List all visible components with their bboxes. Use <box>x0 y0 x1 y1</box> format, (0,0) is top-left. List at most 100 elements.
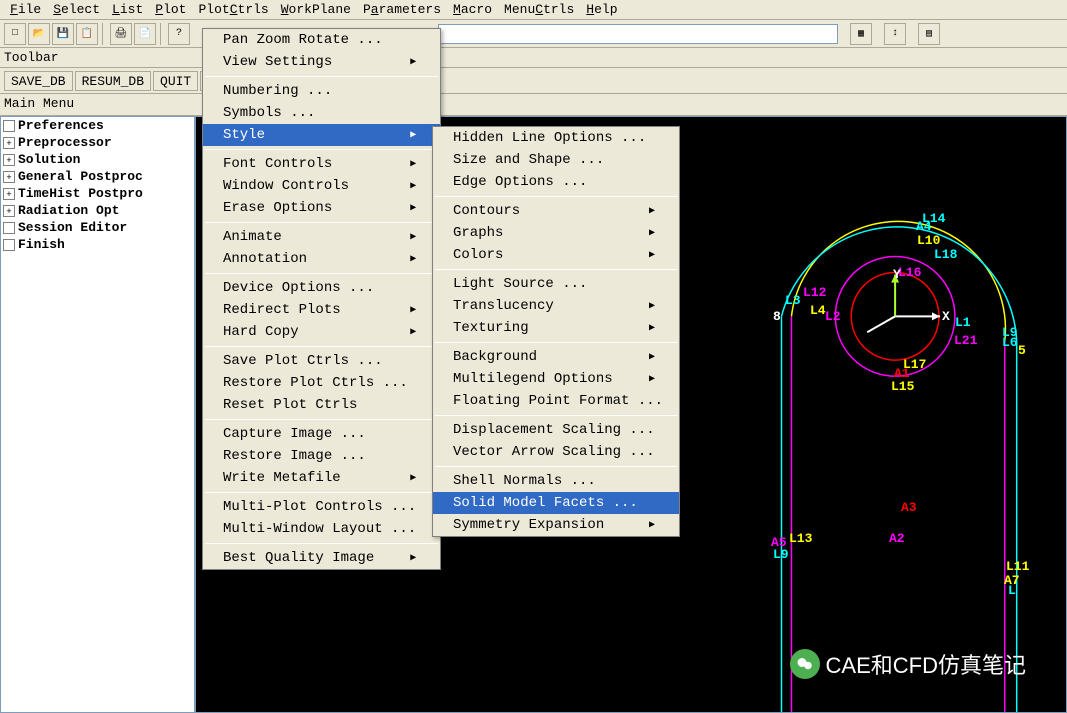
menu-item-label: Reset Plot Ctrls <box>223 397 357 413</box>
tree-label: Session Editor <box>18 220 127 235</box>
leaf-icon <box>3 120 15 132</box>
menu-item[interactable]: Font Controls▶ <box>203 153 440 175</box>
menu-item-label: Device Options ... <box>223 280 374 296</box>
expand-icon[interactable]: + <box>3 205 15 217</box>
menubar: FileSelectListPlotPlotCtrlsWorkPlanePara… <box>0 0 1067 20</box>
help-icon[interactable]: ? <box>168 23 190 45</box>
menu-item[interactable]: Numbering ... <box>203 80 440 102</box>
tb-button-resum_db[interactable]: RESUM_DB <box>75 71 151 91</box>
menu-item[interactable]: Hidden Line Options ... <box>433 127 679 149</box>
menu-item-label: Light Source ... <box>453 276 587 292</box>
menu-item[interactable]: Background▶ <box>433 346 679 368</box>
tree-item[interactable]: Session Editor <box>1 219 194 236</box>
expand-icon[interactable]: + <box>3 171 15 183</box>
tree-item[interactable]: Finish <box>1 236 194 253</box>
style-submenu[interactable]: Hidden Line Options ...Size and Shape ..… <box>432 126 680 537</box>
menu-item[interactable]: Window Controls▶ <box>203 175 440 197</box>
print-icon[interactable]: 🖨 <box>110 23 132 45</box>
menu-separator <box>205 149 438 150</box>
menu-item[interactable]: Erase Options▶ <box>203 197 440 219</box>
open-icon[interactable]: 📂 <box>28 23 50 45</box>
menubar-item-select[interactable]: Select <box>47 0 106 19</box>
menubar-item-help[interactable]: Help <box>580 0 623 19</box>
menu-item[interactable]: Best Quality Image▶ <box>203 547 440 569</box>
menu-item[interactable]: Save Plot Ctrls ... <box>203 350 440 372</box>
menu-item[interactable]: Reset Plot Ctrls <box>203 394 440 416</box>
menu-item-label: Background <box>453 349 537 365</box>
tb-icon-b[interactable]: ↕ <box>884 23 906 45</box>
geom-label: L1 <box>955 315 971 330</box>
menu-item[interactable]: Animate▶ <box>203 226 440 248</box>
plotctrls-menu[interactable]: Pan Zoom Rotate ...View Settings▶ Numberi… <box>202 28 441 570</box>
expand-icon[interactable]: + <box>3 154 15 166</box>
menu-item[interactable]: Displacement Scaling ... <box>433 419 679 441</box>
submenu-arrow-icon: ▶ <box>649 519 655 531</box>
combo-box[interactable] <box>438 24 838 44</box>
mainmenu-title-row: Main Menu <box>0 94 1067 116</box>
menu-separator <box>205 543 438 544</box>
menubar-item-macro[interactable]: Macro <box>447 0 498 19</box>
menu-item[interactable]: Multilegend Options▶ <box>433 368 679 390</box>
menu-item[interactable]: Write Metafile▶ <box>203 467 440 489</box>
geom-label: L2 <box>825 309 841 324</box>
tree-item[interactable]: +TimeHist Postpro <box>1 185 194 202</box>
tree-item[interactable]: +Radiation Opt <box>1 202 194 219</box>
submenu-arrow-icon: ▶ <box>649 205 655 217</box>
menu-item[interactable]: Restore Image ... <box>203 445 440 467</box>
menu-item[interactable]: Multi-Window Layout ... <box>203 518 440 540</box>
menu-item-label: Displacement Scaling ... <box>453 422 655 438</box>
menu-item[interactable]: Graphs▶ <box>433 222 679 244</box>
menu-item[interactable]: View Settings▶ <box>203 51 440 73</box>
report-icon[interactable]: 📄 <box>134 23 156 45</box>
menubar-item-file[interactable]: File <box>4 0 47 19</box>
menu-item[interactable]: Light Source ... <box>433 273 679 295</box>
menu-item[interactable]: Solid Model Facets ... <box>433 492 679 514</box>
tree-item[interactable]: +Preprocessor <box>1 134 194 151</box>
menu-item[interactable]: Texturing▶ <box>433 317 679 339</box>
menubar-item-menuctrls[interactable]: MenuCtrls <box>498 0 580 19</box>
menu-item[interactable]: Translucency▶ <box>433 295 679 317</box>
menu-item-label: Erase Options <box>223 200 332 216</box>
wechat-icon <box>790 649 820 679</box>
menu-item-label: Window Controls <box>223 178 349 194</box>
menu-item[interactable]: Edge Options ... <box>433 171 679 193</box>
menubar-item-workplane[interactable]: WorkPlane <box>275 0 357 19</box>
menu-item[interactable]: Annotation▶ <box>203 248 440 270</box>
menu-item[interactable]: Capture Image ... <box>203 423 440 445</box>
menu-item[interactable]: Symmetry Expansion▶ <box>433 514 679 536</box>
menu-item[interactable]: Hard Copy▶ <box>203 321 440 343</box>
tree-item[interactable]: +General Postproc <box>1 168 194 185</box>
tree-item[interactable]: +Solution <box>1 151 194 168</box>
menubar-item-plot[interactable]: Plot <box>149 0 192 19</box>
menu-item[interactable]: Shell Normals ... <box>433 470 679 492</box>
menu-item[interactable]: Contours▶ <box>433 200 679 222</box>
menubar-item-parameters[interactable]: Parameters <box>357 0 447 19</box>
menu-separator <box>435 415 677 416</box>
menu-item[interactable]: Restore Plot Ctrls ... <box>203 372 440 394</box>
tb-button-quit[interactable]: QUIT <box>153 71 198 91</box>
menu-item[interactable]: Redirect Plots▶ <box>203 299 440 321</box>
tb-button-save_db[interactable]: SAVE_DB <box>4 71 73 91</box>
menu-item[interactable]: Colors▶ <box>433 244 679 266</box>
submenu-arrow-icon: ▶ <box>410 472 416 484</box>
leaf-icon <box>3 222 15 234</box>
tree-item[interactable]: Preferences <box>1 117 194 134</box>
menu-item[interactable]: Size and Shape ... <box>433 149 679 171</box>
menu-item[interactable]: Symbols ... <box>203 102 440 124</box>
save-icon[interactable]: 💾 <box>52 23 74 45</box>
menu-item[interactable]: Device Options ... <box>203 277 440 299</box>
menu-item[interactable]: Multi-Plot Controls ... <box>203 496 440 518</box>
tb-icon-c[interactable]: ▤ <box>918 23 940 45</box>
menu-item[interactable]: Pan Zoom Rotate ... <box>203 29 440 51</box>
expand-icon[interactable]: + <box>3 188 15 200</box>
menu-item[interactable]: Floating Point Format ... <box>433 390 679 412</box>
new-icon[interactable]: □ <box>4 23 26 45</box>
menubar-item-plotctrls[interactable]: PlotCtrls <box>192 0 274 19</box>
expand-icon[interactable]: + <box>3 137 15 149</box>
menu-item[interactable]: Style▶ <box>203 124 440 146</box>
menubar-item-list[interactable]: List <box>106 0 149 19</box>
menu-separator <box>205 222 438 223</box>
tb-icon-a[interactable]: ▦ <box>850 23 872 45</box>
copy-icon[interactable]: 📋 <box>76 23 98 45</box>
menu-item[interactable]: Vector Arrow Scaling ... <box>433 441 679 463</box>
